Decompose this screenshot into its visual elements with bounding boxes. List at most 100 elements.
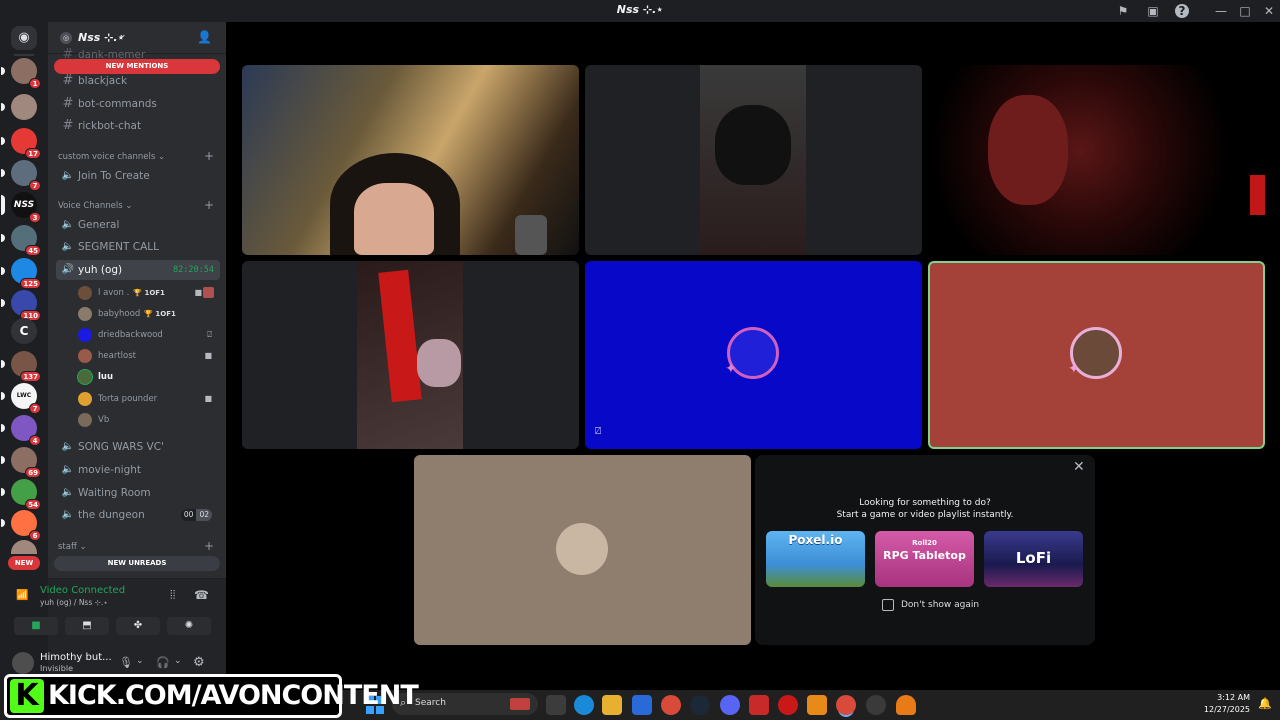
category-custom-voice[interactable]: custom voice channels ⌄ <box>58 152 165 162</box>
voice-user[interactable]: Vb <box>78 411 220 429</box>
server-icon[interactable]: 137 <box>1 351 41 382</box>
inbox-icon[interactable]: ▣ <box>1145 3 1161 19</box>
category-voice-channels[interactable]: Voice Channels ⌄ <box>58 201 132 211</box>
channel-rickbot-chat[interactable]: # rickbot-chat <box>56 116 220 136</box>
activity-card-rpg[interactable]: Roll20 RPG Tabletop <box>875 531 974 587</box>
voice-user[interactable]: heartlost ■ <box>78 347 220 365</box>
channel-segment-call[interactable]: 🔈 SEGMENT CALL <box>56 237 220 257</box>
disconnect-icon[interactable]: ☎ <box>194 588 209 602</box>
channel-song-wars[interactable]: 🔈 SONG WARS VC' <box>56 437 220 457</box>
screen-share-button[interactable]: ⬒ <box>65 617 109 635</box>
noise-suppression-icon[interactable]: ⦙⦙ <box>170 588 175 603</box>
help-icon[interactable]: ? <box>1175 4 1189 18</box>
minimize-button[interactable]: — <box>1208 0 1234 22</box>
signal-icon[interactable]: 📶 <box>16 590 28 601</box>
taskbar-date[interactable]: 12/27/2025 <box>1200 705 1250 714</box>
fl-studio-icon[interactable] <box>807 695 827 715</box>
inbox-flag-icon[interactable]: ⚑ <box>1115 3 1131 19</box>
video-tile[interactable] <box>242 261 579 449</box>
video-tile-avatar[interactable]: ✦ ⍁ <box>585 261 922 449</box>
soundboard-button[interactable]: ✺ <box>167 617 211 635</box>
create-channel-icon[interactable]: + <box>204 198 214 212</box>
chrome-icon[interactable] <box>661 695 681 715</box>
server-icon[interactable]: 110 <box>1 290 41 321</box>
server-icon[interactable]: 6 <box>1 510 41 541</box>
user-name[interactable]: Himothy but... <box>40 652 112 663</box>
avatar <box>78 349 92 363</box>
create-channel-icon[interactable]: + <box>204 149 214 163</box>
maximize-button[interactable]: □ <box>1232 0 1258 22</box>
server-icon[interactable]: 4 <box>1 415 41 446</box>
app-icon[interactable] <box>749 695 769 715</box>
store-icon[interactable] <box>632 695 652 715</box>
video-tile[interactable] <box>242 65 579 255</box>
kick-logo: K <box>10 679 44 713</box>
soundcloud-icon[interactable] <box>896 695 916 715</box>
mention-badge: 7 <box>29 180 41 191</box>
server-icon[interactable]: 17 <box>1 128 41 159</box>
server-icon-nss[interactable]: NSS 3 <box>1 192 41 223</box>
new-unreads-pill[interactable]: NEW UNREADS <box>54 556 220 571</box>
chevron-down-icon[interactable]: ⌄ <box>174 656 182 666</box>
chevron-down-icon[interactable]: ⌄ <box>119 30 127 40</box>
voice-user[interactable]: Torta pounder ■ <box>78 390 220 408</box>
voice-user[interactable]: driedbackwood ⍁ <box>78 326 220 344</box>
activity-card-poxel[interactable]: Poxel.io <box>766 531 865 587</box>
camera-toggle-button[interactable]: ■ <box>14 617 58 635</box>
discord-taskbar-icon[interactable] <box>720 695 740 715</box>
video-tile-avatar[interactable] <box>414 455 751 645</box>
server-icon[interactable]: 45 <box>1 225 41 256</box>
mention-badge: 17 <box>25 148 41 159</box>
file-explorer-icon[interactable] <box>602 695 622 715</box>
new-unreads-pill[interactable]: NEW <box>8 556 40 570</box>
server-icon[interactable]: C <box>11 318 37 344</box>
notification-bell-icon[interactable]: 🔔 <box>1258 697 1272 710</box>
task-view-icon[interactable] <box>546 695 566 715</box>
close-icon[interactable]: ✕ <box>1073 459 1085 475</box>
edge-icon[interactable] <box>574 695 594 715</box>
microphone-icon[interactable]: 🎙 <box>119 656 133 669</box>
mention-badge: 6 <box>29 530 41 541</box>
voice-user[interactable]: babyhood 🏆 1OF1 <box>78 305 220 323</box>
channel-waiting-room[interactable]: 🔈 Waiting Room <box>56 483 220 503</box>
server-icon[interactable]: LWC 7 <box>1 383 41 414</box>
chevron-down-icon[interactable]: ⌄ <box>136 656 144 666</box>
server-icon[interactable]: 7 <box>1 160 41 191</box>
channel-join-to-create[interactable]: 🔈 Join To Create <box>56 166 220 186</box>
invite-people-icon[interactable]: 👤 <box>197 30 212 44</box>
chevron-down-icon: ⌄ <box>79 542 87 552</box>
channel-bot-commands[interactable]: # bot-commands <box>56 94 220 114</box>
settings-gear-icon[interactable]: ⚙ <box>193 655 205 670</box>
voice-user[interactable]: luu <box>78 368 220 386</box>
app-icon[interactable] <box>866 695 886 715</box>
voice-user[interactable]: l avon . 🏆 1OF1 ■ <box>78 284 220 302</box>
create-channel-icon[interactable]: + <box>204 539 214 553</box>
opera-icon[interactable] <box>778 695 798 715</box>
discord-home-icon[interactable]: ◉ <box>11 26 37 50</box>
channel-blackjack[interactable]: # blackjack <box>56 71 220 91</box>
close-button[interactable]: ✕ <box>1256 0 1280 22</box>
user-avatar[interactable] <box>12 652 34 674</box>
channel-name: blackjack <box>78 75 128 87</box>
server-icon[interactable] <box>1 94 37 120</box>
mention-badge: 7 <box>29 403 41 414</box>
server-icon[interactable]: 1 <box>1 58 41 89</box>
video-tile[interactable] <box>585 65 922 255</box>
video-tile-avatar-speaking[interactable]: ✦ <box>928 261 1265 449</box>
channel-yuh-og-active[interactable]: 🔊 yuh (og) 82:20:54 <box>56 260 220 280</box>
channel-the-dungeon[interactable]: 🔈 the dungeon 00 02 <box>56 505 220 525</box>
headphones-icon[interactable]: 🎧 <box>156 656 170 669</box>
activity-card-lofi[interactable]: LoFi <box>984 531 1083 587</box>
server-icon[interactable]: 54 <box>1 479 41 510</box>
taskbar-time[interactable]: 3:12 AM <box>1200 693 1250 702</box>
channel-general[interactable]: 🔈 General <box>56 215 220 235</box>
dont-show-checkbox[interactable] <box>882 599 894 611</box>
activities-button[interactable]: ✤ <box>116 617 160 635</box>
channel-movie-night[interactable]: 🔈 movie-night <box>56 460 220 480</box>
chrome-active-icon[interactable] <box>836 695 856 715</box>
category-staff[interactable]: staff ⌄ <box>58 542 87 552</box>
video-tile[interactable] <box>928 65 1265 255</box>
server-icon[interactable]: 125 <box>1 258 41 289</box>
server-icon[interactable]: 69 <box>1 447 41 478</box>
steam-icon[interactable] <box>690 695 710 715</box>
